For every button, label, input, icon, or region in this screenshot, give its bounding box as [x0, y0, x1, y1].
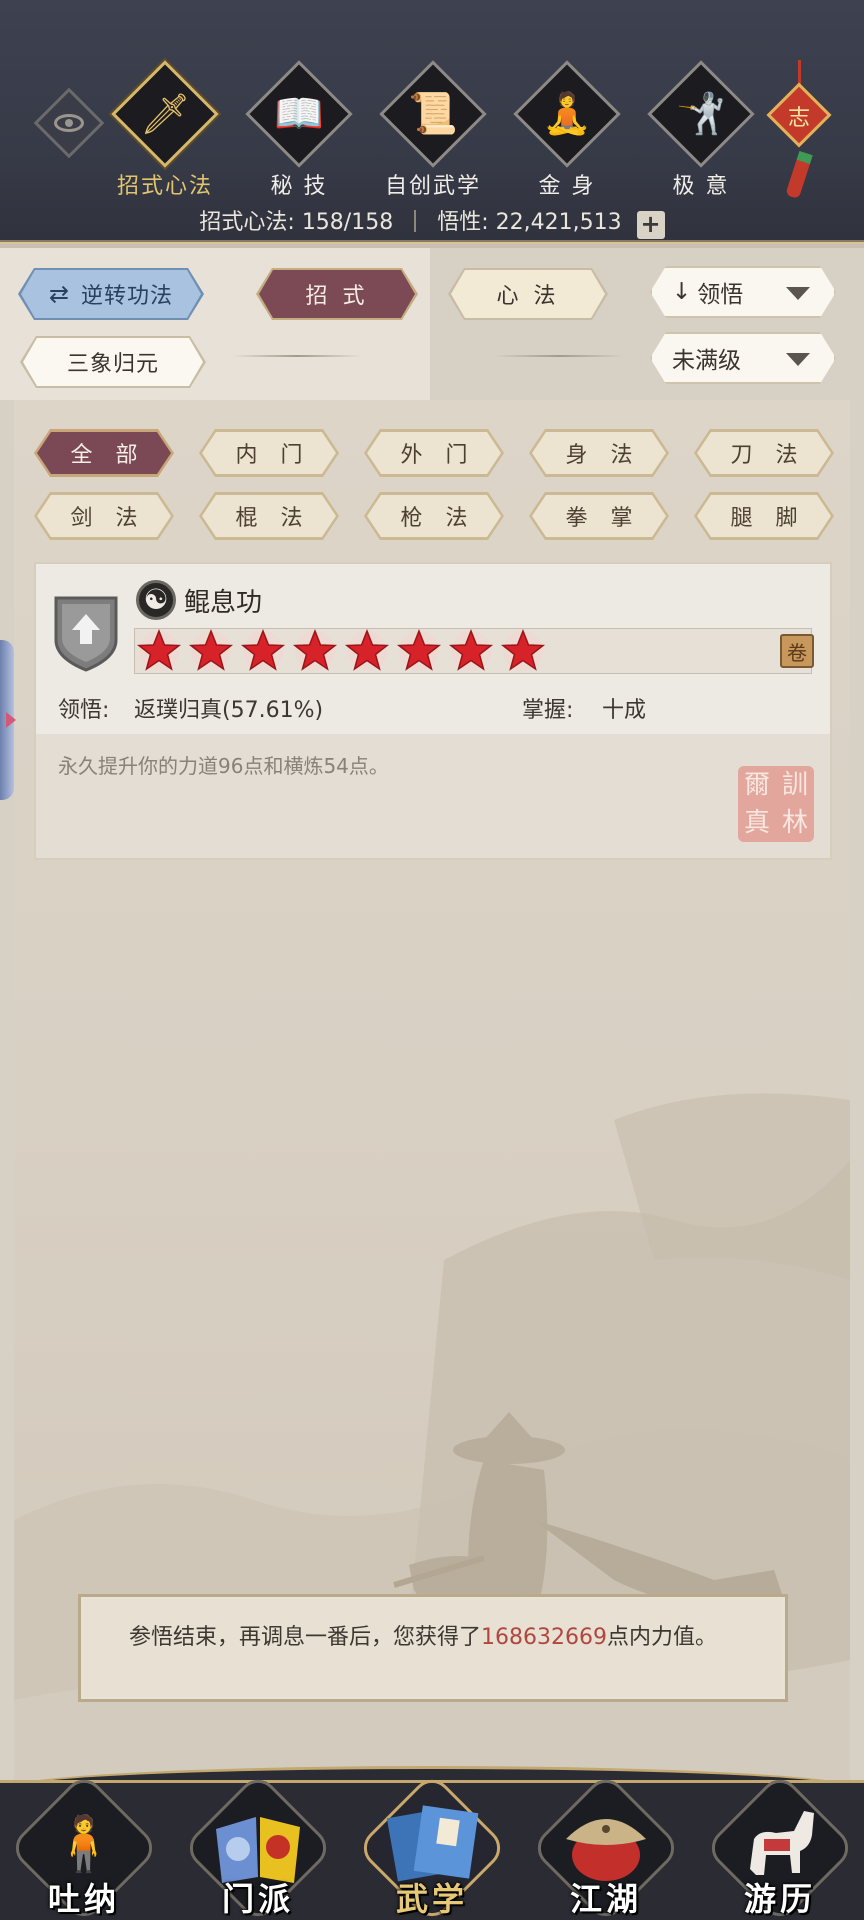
stats-line: 招式心法: 158/158 悟性: 22,421,513 +	[0, 204, 864, 239]
top-nav-label: 金 身	[538, 174, 596, 199]
insight-value: 22,421,513	[495, 210, 622, 235]
skill-card[interactable]: ☯ 鲲息功 卷 领悟: 返璞归真(57.61%) 掌握: 十成 永久提升你的力道…	[34, 562, 832, 860]
divider	[414, 210, 417, 232]
reverse-technique-label: 逆转功法	[81, 284, 174, 309]
bottom-nav-label: 江湖	[569, 1880, 642, 1918]
message-suffix: 点内力值。	[607, 1625, 718, 1650]
stance-icon: 🤺	[676, 91, 726, 137]
knot-char: 志	[787, 106, 810, 131]
bottom-nav-sect[interactable]: 门派	[181, 1771, 335, 1920]
bottom-nav-label: 游历	[743, 1880, 816, 1918]
top-nav-item-ultimate[interactable]: 🤺 极 意	[646, 60, 756, 200]
top-nav-item-moves[interactable]: 🗡 招式心法	[110, 60, 220, 200]
level-filter-dropdown[interactable]: 未满级	[650, 332, 836, 384]
chevron-down-icon	[786, 353, 810, 366]
star-icon	[344, 628, 390, 671]
add-insight-button[interactable]: +	[636, 211, 665, 239]
red-seal-stamp: 爾 訓 真 林	[738, 766, 814, 842]
arrow-down-icon: ↓	[672, 279, 692, 305]
comprehension-label: 领悟:	[58, 698, 110, 723]
tab-heart-method[interactable]: 心 法	[451, 270, 605, 318]
star-icon	[292, 628, 338, 671]
star-icon	[500, 628, 546, 671]
top-nav-label: 秘 技	[270, 174, 328, 199]
skill-name: 鲲息功	[184, 588, 263, 618]
upgrade-shield-icon	[54, 596, 118, 672]
bottom-nav-travel[interactable]: 游历	[703, 1771, 857, 1920]
top-nav-item-golden-body[interactable]: 🧘 金 身	[512, 60, 622, 200]
bottom-nav-label: 吐纳	[47, 1880, 120, 1918]
star-icon	[240, 628, 286, 671]
bottom-nav-jianghu[interactable]: 江湖	[529, 1771, 683, 1920]
top-nav-label: 招式心法	[116, 174, 213, 199]
sort-dropdown[interactable]: ↓ 领悟	[650, 266, 836, 318]
bottom-nav-martial-arts[interactable]: 武学	[355, 1771, 509, 1920]
chevron-down-icon	[786, 287, 810, 300]
notification-message: 参悟结束，再调息一番后，您获得了168632669点内力值。	[78, 1594, 788, 1702]
filter-movement[interactable]: 身 法	[532, 432, 666, 474]
yin-yang-icon: ☯	[136, 580, 176, 620]
swap-icon: ⇄	[48, 280, 70, 308]
filter-fist-palm[interactable]: 拳 掌	[532, 495, 666, 537]
star-icon	[136, 628, 182, 671]
top-header: 🗡 招式心法 📖 秘 技 📜 自创武学 🧘 金 身 🤺 极 意 志 招式心法: …	[0, 0, 864, 244]
sort-label: 领悟	[697, 282, 744, 308]
mastery-value: 十成	[602, 698, 647, 723]
star-rating	[136, 628, 546, 674]
scroll-icon: 📜	[408, 91, 458, 137]
skill-description: 永久提升你的力道96点和横炼54点。	[58, 754, 389, 778]
star-icon	[448, 628, 494, 671]
moves-count: 158/158	[301, 210, 394, 235]
tab-moves[interactable]: 招 式	[259, 270, 415, 318]
filter-staff[interactable]: 棍 法	[202, 495, 336, 537]
level-filter-label: 未满级	[672, 348, 741, 374]
eye-toggle-button[interactable]	[33, 87, 105, 159]
top-nav-item-secret[interactable]: 📖 秘 技	[244, 60, 354, 200]
book-icon: 📖	[274, 91, 324, 137]
filter-sword[interactable]: 剑 法	[37, 495, 171, 537]
message-amount: 168632669	[481, 1625, 607, 1650]
eye-icon	[54, 114, 84, 132]
bottom-nav-breathe[interactable]: 🧍 吐纳	[7, 1771, 161, 1920]
side-drawer-handle[interactable]	[0, 640, 16, 800]
top-nav-label: 自创武学	[384, 174, 481, 199]
bottom-nav-label: 武学	[395, 1880, 468, 1918]
chinese-knot-button[interactable]: 志	[766, 60, 832, 200]
meditation-icon: 🧘	[542, 91, 592, 137]
filter-inner-sect[interactable]: 内 门	[202, 432, 336, 474]
filter-all[interactable]: 全 部	[37, 432, 171, 474]
mastery-label: 掌握:	[522, 698, 574, 723]
ornament-divider	[494, 355, 624, 357]
filter-outer-sect[interactable]: 外 门	[367, 432, 501, 474]
bottom-nav-label: 门派	[221, 1880, 294, 1918]
main-panel	[0, 248, 864, 1788]
ornament-divider	[232, 355, 362, 357]
reverse-technique-button[interactable]: ⇄ 逆转功法	[21, 270, 201, 318]
sword-icon: 🗡	[139, 91, 191, 137]
scroll-detail-icon[interactable]: 卷	[780, 634, 814, 668]
top-nav-item-custom[interactable]: 📜 自创武学	[378, 60, 488, 200]
star-icon	[396, 628, 442, 671]
star-icon	[188, 628, 234, 671]
comprehension-value: 返璞归真(57.61%)	[134, 698, 324, 723]
sanxiang-button[interactable]: 三象归元	[23, 338, 203, 386]
filter-leg[interactable]: 腿 脚	[697, 495, 831, 537]
message-prefix: 参悟结束，再调息一番后，您获得了	[129, 1625, 482, 1650]
top-nav: 🗡 招式心法 📖 秘 技 📜 自创武学 🧘 金 身 🤺 极 意	[110, 60, 770, 200]
filter-spear[interactable]: 枪 法	[367, 495, 501, 537]
filter-blade[interactable]: 刀 法	[697, 432, 831, 474]
insight-label: 悟性:	[437, 210, 489, 235]
moves-label: 招式心法:	[199, 210, 295, 235]
top-nav-label: 极 意	[672, 174, 730, 199]
